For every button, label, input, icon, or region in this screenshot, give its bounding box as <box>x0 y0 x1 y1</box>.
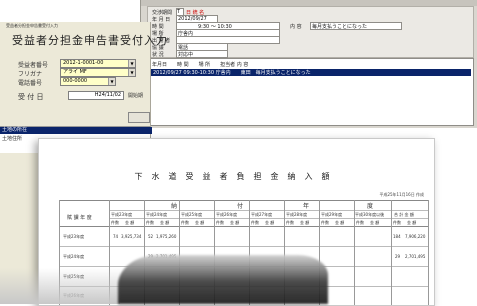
subcol-count: 件数 <box>146 220 154 225</box>
subcol-amount: 金 額 <box>230 220 240 225</box>
year-header: 平成27年度 <box>251 212 273 217</box>
row-total-amount: 2,701,495 <box>405 254 426 259</box>
status-value: 対応中 <box>178 52 194 58</box>
phone-field[interactable]: 000-0000 ▼ <box>60 77 116 86</box>
chevron-down-icon[interactable]: ▼ <box>128 69 135 76</box>
phone-value: 000-0000 <box>63 78 88 84</box>
status-label: 状 況 <box>152 52 164 58</box>
consultation-form: 交渉期間 T 日 統 名 年 月 日 2012/09/27 時 間 9:30 ～… <box>147 6 474 58</box>
content-value: 毎月支払うことになった <box>312 24 368 30</box>
document-title: 下水道受益者負担金納入額 <box>134 172 339 181</box>
consultation-list[interactable]: 年月日 時 間 場 所 担当者 内 容 2012/09/27 09:30-10:… <box>147 58 474 126</box>
row-count: 74 <box>113 234 119 239</box>
time-label: 時 間 <box>152 24 164 30</box>
beneficiary-no-field[interactable]: 2012-1-0001-00 ▼ <box>60 59 136 68</box>
row-total-count: 184 <box>393 234 401 239</box>
year-header: 平成25年度 <box>181 212 203 217</box>
row-label: 平成23年度 <box>63 234 85 239</box>
receipt-date-label: 受 付 日 <box>18 93 44 101</box>
chevron-down-icon[interactable]: ▼ <box>128 60 135 67</box>
beneficiary-no-value: 2012-1-0001-00 <box>63 60 104 66</box>
list-header: 年月日 時 間 場 所 担当者 内 容 <box>152 62 249 68</box>
rowhead-label: 賦 課 年 度 <box>67 215 92 221</box>
year-header: 平成28年度 <box>286 212 308 217</box>
content-label: 内 容 <box>290 24 302 30</box>
tree-item[interactable]: 土地住所 <box>2 135 22 142</box>
subcol-amount: 金 額 <box>265 220 275 225</box>
list-item-selected[interactable]: 2012/09/27 09:30-10:30 庁舎内 東田 毎月支払うことになっ… <box>150 69 471 76</box>
photo-overlay <box>118 255 328 304</box>
photo-overlay-left <box>0 268 120 304</box>
subcol-count: 件数 <box>251 220 259 225</box>
start-date-label: 開始期 <box>128 93 144 99</box>
row-total-count: 29 <box>395 254 401 259</box>
beneficiary-no-label: 受益者番号 <box>18 62 49 69</box>
subcol-count: 件数 <box>181 220 189 225</box>
row-label: 平成24年度 <box>63 254 85 259</box>
year-header: 平成24年度 <box>146 212 168 217</box>
subcol-amount: 金 額 <box>335 220 345 225</box>
action-button[interactable] <box>128 112 150 123</box>
furigana-field[interactable]: アライ MF ▼ <box>60 68 136 77</box>
subcol-amount: 金 額 <box>125 220 135 225</box>
row-total-amount: 7,906,220 <box>405 234 426 239</box>
subcol-amount: 金 額 <box>300 220 310 225</box>
row-amount: 1,975,260 <box>156 234 177 239</box>
subcol-count: 件数 <box>216 220 224 225</box>
row-count: 52 <box>148 234 154 239</box>
furigana-value: アライ MF <box>63 69 87 75</box>
page-title: 受益者分担金申告書受付入力 <box>12 34 168 47</box>
year-header: 平成26年度 <box>216 212 238 217</box>
group-label: 納 <box>171 203 178 210</box>
row-amount: 3,925,734 <box>121 234 142 239</box>
year-header: 平成29年度 <box>321 212 343 217</box>
subcol-count: 件数 <box>393 220 401 225</box>
subcol-amount: 金 額 <box>407 220 417 225</box>
receipt-date-field[interactable]: H24/11/02 <box>68 91 124 100</box>
year-header: 合 計 金 額 <box>394 212 414 217</box>
subcol-count: 件数 <box>321 220 329 225</box>
furigana-label: フリガナ <box>18 71 43 78</box>
tree-item-selected[interactable]: 土地の所在 <box>0 127 152 134</box>
document-date: 平成25年11月16日 作成 <box>379 192 424 197</box>
subcol-amount: 金 額 <box>160 220 170 225</box>
subcol-amount: 金 額 <box>195 220 205 225</box>
subcol-amount: 金 額 <box>370 220 380 225</box>
year-header: 平成30年度以後 <box>355 212 385 217</box>
group-label: 年 <box>303 203 310 210</box>
year-header: 平成23年度 <box>111 212 133 217</box>
consultation-window: 交渉期間 T 日 統 名 年 月 日 2012/09/27 時 間 9:30 ～… <box>140 0 477 128</box>
window-title: 受益者分担金申告書受付入力 <box>6 23 58 28</box>
group-label: 度 <box>367 203 374 210</box>
subcol-count: 件数 <box>111 220 119 225</box>
ymd-label: 年 月 日 <box>152 17 171 23</box>
subcol-count: 件数 <box>356 220 364 225</box>
group-label: 付 <box>237 203 244 210</box>
subcol-count: 件数 <box>286 220 294 225</box>
phone-label: 電話番号 <box>18 80 43 87</box>
date-label: 交渉期間 <box>152 10 173 16</box>
chevron-down-icon[interactable]: ▼ <box>108 78 115 85</box>
receipt-date-value: H24/11/02 <box>94 92 121 98</box>
